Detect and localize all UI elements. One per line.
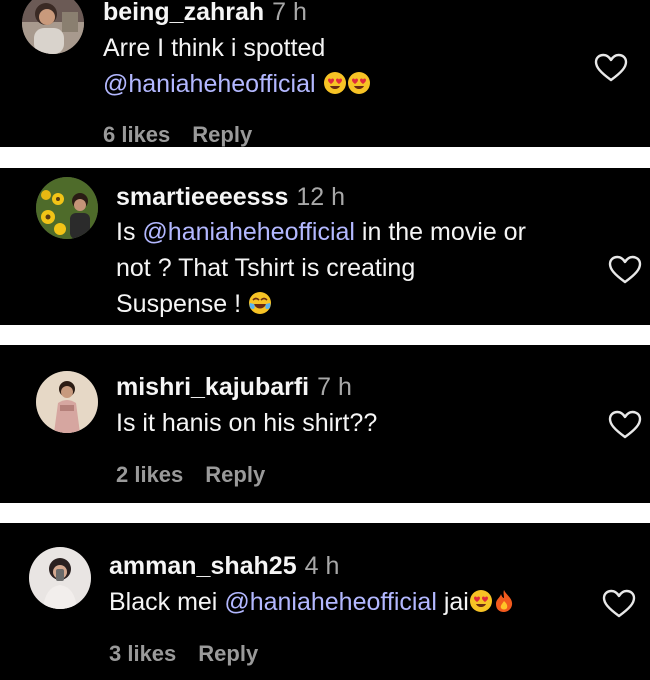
comment-username[interactable]: mishri_kajubarfi 7 h: [116, 373, 352, 402]
mention-link[interactable]: @haniaheheofficial: [142, 218, 355, 246]
likes-count[interactable]: 3 likes: [109, 641, 176, 666]
comment-text-line: Arre I think i spotted: [103, 34, 326, 62]
comment-time: 7 h: [272, 0, 307, 26]
username-text[interactable]: smartieeeesss: [116, 183, 288, 211]
reply-button[interactable]: Reply: [192, 122, 252, 147]
comment-card: smartieeeesss 12 h Is @haniaheheofficial …: [0, 168, 650, 325]
comment-card: being_zahrah 7 h Arre I think i spotted @…: [0, 0, 650, 147]
avatar[interactable]: [36, 371, 98, 433]
username-text[interactable]: mishri_kajubarfi: [116, 373, 309, 401]
comment-text-line: Suspense !: [116, 290, 272, 322]
comment-actions: 3 likes Reply: [109, 641, 258, 667]
comment-actions: 2 likes Reply: [116, 462, 265, 488]
likes-count[interactable]: 6 likes: [103, 122, 170, 147]
likes-count[interactable]: 2 likes: [116, 462, 183, 487]
comment-username[interactable]: being_zahrah 7 h: [103, 0, 307, 27]
comment-text-line: Black mei @haniaheheofficial jai: [109, 588, 515, 620]
comment-username[interactable]: amman_shah25 4 h: [109, 552, 339, 581]
comment-text-line: @haniaheheofficial: [103, 70, 371, 102]
comment-time: 4 h: [304, 552, 340, 580]
heart-outline-icon[interactable]: [608, 410, 642, 440]
avatar[interactable]: [22, 0, 84, 54]
comment-text-line: not ? That Tshirt is creating: [116, 254, 416, 282]
heart-outline-icon[interactable]: [602, 589, 636, 619]
avatar[interactable]: [36, 177, 98, 239]
comment-text-line: Is @haniaheheofficial in the movie or: [116, 218, 526, 246]
username-text[interactable]: being_zahrah: [103, 0, 264, 26]
tears-of-joy-emoji: [248, 291, 272, 322]
heart-eyes-emoji: [323, 71, 347, 102]
mention-link[interactable]: @haniaheheofficial: [103, 70, 316, 98]
username-text[interactable]: amman_shah25: [109, 552, 297, 580]
reply-button[interactable]: Reply: [198, 641, 258, 666]
comment-time: 7 h: [317, 373, 352, 401]
comment-card: mishri_kajubarfi 7 h Is it hanis on his s…: [0, 345, 650, 503]
heart-eyes-emoji: [469, 589, 493, 620]
comment-card: amman_shah25 4 h Black mei @haniaheheoffi…: [0, 523, 650, 680]
avatar[interactable]: [29, 547, 91, 609]
heart-outline-icon[interactable]: [594, 53, 628, 83]
comment-time: 12 h: [296, 183, 346, 211]
comment-actions: 6 likes Reply: [103, 122, 252, 147]
comment-username[interactable]: smartieeeesss 12 h: [116, 183, 345, 212]
fire-emoji: [493, 589, 515, 620]
mention-link[interactable]: @haniaheheofficial: [224, 588, 437, 616]
comment-text-line: Is it hanis on his shirt??: [116, 409, 378, 437]
heart-eyes-emoji: [347, 71, 371, 102]
reply-button[interactable]: Reply: [205, 462, 265, 487]
heart-outline-icon[interactable]: [608, 255, 642, 285]
